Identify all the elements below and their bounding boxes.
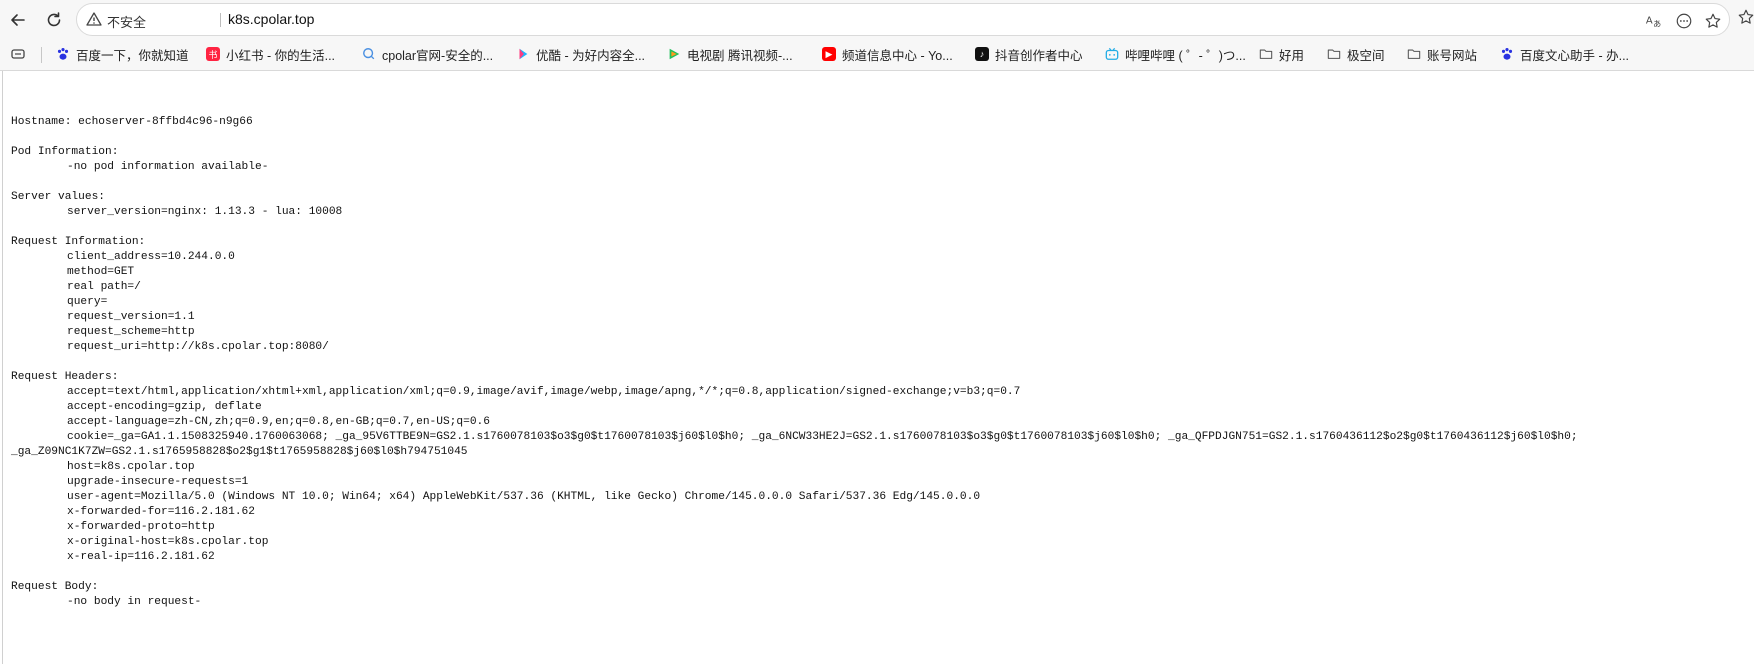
bookmark-item[interactable]: 优酷 - 为好内容全... — [516, 44, 645, 64]
request-info-line: query= — [67, 296, 108, 308]
url-input[interactable] — [228, 11, 1528, 27]
bookmarks-bar: 百度一下，你就知道 书小红书 - 你的生活... cpolar官网-安全的... 优酷… — [0, 40, 1754, 68]
bookmark-item[interactable]: 电视剧 腾讯视频-... — [667, 44, 793, 64]
youtube-icon: ▶ — [822, 47, 836, 61]
bookmark-item[interactable]: ▶ 频道信息中心 - Yo... — [822, 44, 953, 64]
bookmark-label: 百度文心助手 - 办... — [1520, 48, 1630, 63]
bookmark-label: 抖音创作者中心 — [995, 48, 1083, 63]
back-arrow-icon — [11, 14, 25, 26]
bookmark-label: 优酷 - 为好内容全... — [536, 48, 646, 63]
request-info-line: request_scheme=http — [67, 326, 195, 338]
header-line: x-forwarded-for=116.2.181.62 — [67, 506, 255, 518]
bookmark-item[interactable]: 好用 — [1259, 44, 1304, 64]
favorites-icon[interactable] — [1735, 6, 1754, 28]
header-line: host=k8s.cpolar.top — [67, 461, 195, 473]
bookmark-item[interactable]: 百度文心助手 - 办... — [1500, 44, 1629, 64]
translate-icon[interactable]: Aあ — [1643, 10, 1665, 32]
reload-icon — [47, 12, 61, 27]
baidu-paw-icon — [56, 47, 70, 61]
header-line: user-agent=Mozilla/5.0 (Windows NT 10.0;… — [67, 491, 981, 503]
request-info-line: real path=/ — [67, 281, 141, 293]
bookmark-item[interactable]: cpolar官网-安全的... — [362, 44, 493, 64]
header-line: accept-encoding=gzip, deflate — [67, 401, 262, 413]
folder-icon — [1259, 47, 1273, 61]
folder-icon — [1407, 47, 1421, 61]
tab-actions-icon[interactable] — [10, 44, 26, 64]
bookmark-item[interactable]: 哔哩哔哩 ( ゜- ゜)つ... — [1105, 44, 1246, 64]
request-headers-heading: Request Headers: — [11, 371, 119, 383]
header-line: x-original-host=k8s.cpolar.top — [67, 536, 269, 548]
request-body-heading: Request Body: — [11, 581, 99, 593]
bookmark-label: 百度一下，你就知道 — [76, 48, 189, 63]
address-bar[interactable]: 不安全 Aあ — [76, 3, 1730, 36]
request-info-line: client_address=10.244.0.0 — [67, 251, 235, 263]
bookmark-label: 极空间 — [1347, 48, 1385, 63]
favorite-star-icon[interactable] — [1702, 10, 1724, 32]
address-separator — [220, 13, 221, 27]
tencent-video-icon — [667, 47, 681, 61]
bookmark-item[interactable]: 账号网站 — [1407, 44, 1477, 64]
header-line: upgrade-insecure-requests=1 — [67, 476, 249, 488]
warning-triangle-icon[interactable] — [86, 11, 102, 27]
svg-text:あ: あ — [1653, 18, 1661, 28]
header-line: accept-language=zh-CN,zh;q=0.9,en;q=0.8,… — [67, 416, 490, 428]
request-info-line: method=GET — [67, 266, 135, 278]
douyin-icon: ♪ — [975, 47, 989, 61]
bookmark-item[interactable]: 书小红书 - 你的生活... — [206, 44, 335, 64]
bookmark-item[interactable]: 百度一下，你就知道 — [56, 44, 189, 64]
bookmark-label: 小红书 - 你的生活... — [226, 48, 336, 63]
server-values-heading: Server values: — [11, 191, 105, 203]
request-info-heading: Request Information: — [11, 236, 146, 248]
header-line: x-forwarded-proto=http — [67, 521, 215, 533]
header-line: cookie=_ga=GA1.1.1508325940.1760063068; … — [67, 431, 1578, 443]
request-info-line: request_uri=http://k8s.cpolar.top:8080/ — [67, 341, 329, 353]
cookie-wrap-line: _ga_Z09NC1K7ZW=GS2.1.s1765958828$o2$g1$t… — [11, 446, 468, 458]
bookmark-label: 频道信息中心 - Yo... — [842, 48, 953, 63]
browser-toolbar: 不安全 Aあ 百度一下，你就知道 书小红书 - 你的生活... cpolar官网-安… — [0, 0, 1754, 70]
bookmark-label: 账号网站 — [1427, 48, 1478, 63]
bookmark-label: 电视剧 腾讯视频-... — [687, 48, 793, 63]
bookmark-label: 好用 — [1279, 48, 1305, 63]
pod-info-value: -no pod information available- — [67, 161, 269, 173]
bookmark-item[interactable]: ♪ 抖音创作者中心 — [975, 44, 1083, 64]
toolbar-border — [0, 70, 1754, 71]
insecure-label[interactable]: 不安全 — [107, 12, 146, 31]
bookmark-item[interactable]: 极空间 — [1327, 44, 1385, 64]
folder-icon — [1327, 47, 1341, 61]
pod-info-heading: Pod Information: — [11, 146, 119, 158]
bookmark-label: 哔哩哔哩 ( ゜- ゜)つ... — [1125, 48, 1246, 63]
baidu-paw-icon — [1500, 47, 1514, 61]
header-line: accept=text/html,application/xhtml+xml,a… — [67, 386, 1021, 398]
svg-text:A: A — [1646, 16, 1653, 27]
xiaohongshu-icon: 书 — [206, 47, 220, 61]
echoserver-output: Hostname: echoserver-8ffbd4c96-n9g66 Pod… — [11, 115, 1746, 610]
cpolar-icon — [362, 47, 376, 61]
youku-icon — [516, 47, 530, 61]
more-options-icon[interactable] — [1673, 10, 1695, 32]
bookmark-label: cpolar官网-安全的... — [382, 48, 494, 63]
request-info-line: request_version=1.1 — [67, 311, 195, 323]
header-line: x-real-ip=116.2.181.62 — [67, 551, 215, 563]
hostname-line: Hostname: echoserver-8ffbd4c96-n9g66 — [11, 116, 253, 128]
bilibili-icon — [1105, 47, 1119, 61]
back-button[interactable] — [3, 5, 33, 35]
request-body-value: -no body in request- — [67, 596, 202, 608]
reload-button[interactable] — [39, 5, 69, 35]
server-version-line: server_version=nginx: 1.13.3 - lua: 1000… — [67, 206, 343, 218]
bookmarks-divider — [41, 47, 42, 63]
page-left-edge — [2, 71, 3, 664]
